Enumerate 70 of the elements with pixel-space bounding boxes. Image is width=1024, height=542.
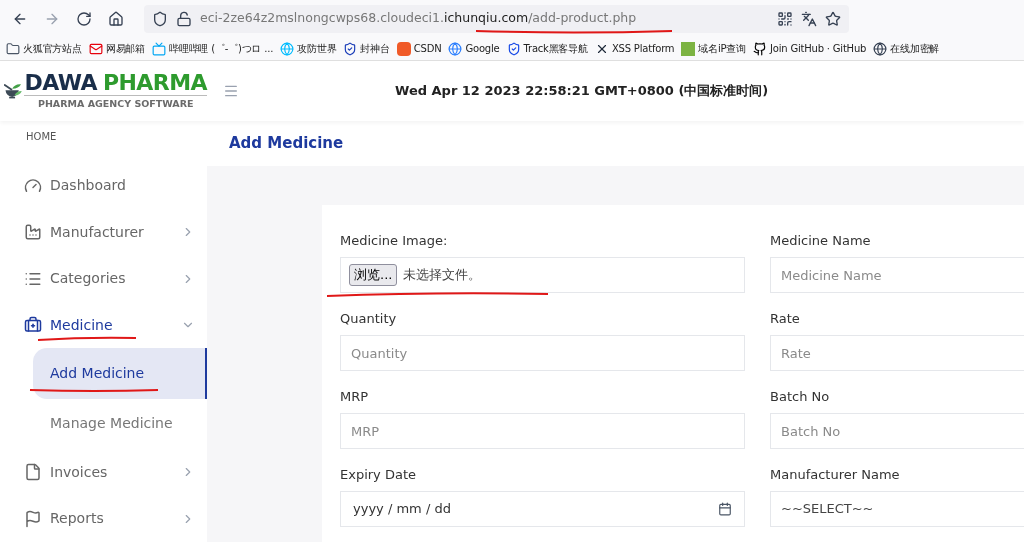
text-field[interactable]: MRP: [340, 413, 745, 449]
submenu-item[interactable]: Add Medicine: [33, 348, 207, 399]
field-label: Batch No: [770, 388, 831, 405]
text-field[interactable]: Batch No: [770, 413, 1024, 449]
sidebar-item[interactable]: Reports: [0, 495, 207, 542]
folder-icon: [6, 41, 20, 56]
globe-icon: [873, 41, 888, 56]
bookmark-link[interactable]: 封神台: [360, 41, 390, 56]
page-title: Add Medicine: [229, 133, 344, 155]
medical-case-icon: [24, 316, 42, 335]
text-field[interactable]: Rate: [770, 335, 1024, 371]
text-field[interactable]: Quantity: [340, 335, 745, 371]
bookmark-link[interactable]: 火狐官方站点: [23, 41, 82, 56]
mail-icon: [88, 41, 103, 56]
sidebar-item[interactable]: Medicine: [0, 301, 207, 349]
logo-word: DAWA: [24, 70, 97, 95]
bookmark-link[interactable]: Track黑客导航: [523, 41, 588, 56]
gauge-icon: [24, 176, 42, 195]
browse-button[interactable]: 浏览...: [349, 264, 398, 286]
submenu-item[interactable]: Manage Medicine: [33, 398, 207, 450]
file-input[interactable]: 浏览... 未选择文件。: [340, 257, 745, 293]
logo-word: PHARMA: [102, 70, 207, 95]
bookmark-link[interactable]: 哔哩哔哩 (゜-゜)つロ ...: [169, 41, 274, 56]
field-label: Quantity: [340, 310, 398, 327]
field-label: Expiry Date: [340, 466, 417, 483]
bookmark-link[interactable]: CSDN: [413, 41, 442, 56]
sidebar-item[interactable]: Manufacturer: [0, 209, 207, 256]
select-field[interactable]: ~~SELECT~~: [770, 491, 1024, 527]
translate-icon[interactable]: [801, 10, 817, 27]
bookmark-link[interactable]: 网易邮箱: [105, 41, 145, 56]
square-icon: [681, 41, 696, 56]
lock-icon[interactable]: [176, 10, 192, 27]
qr-code-icon[interactable]: [777, 10, 793, 27]
bookmark-link[interactable]: Google: [465, 41, 500, 56]
url-text: eci-2ze64z2mslnongcwps68.cloudeci1.ichunqiu.com/add-product.php: [200, 9, 638, 28]
reload-icon[interactable]: [76, 10, 92, 27]
menu-icon[interactable]: [223, 83, 239, 99]
calendar-icon[interactable]: [718, 502, 732, 516]
bookmark-link[interactable]: 攻防世界: [297, 41, 337, 56]
logo-tagline: PHARMA AGENCY SOFTWARE: [24, 94, 207, 112]
shield-icon: [506, 41, 521, 56]
tv-icon: [152, 41, 166, 56]
star-icon[interactable]: [825, 10, 841, 27]
sidebar-heading: HOME: [25, 130, 58, 144]
sidebar-item[interactable]: Dashboard: [0, 162, 207, 210]
field-label: Manufacturer Name: [770, 466, 901, 483]
field-label: Medicine Image:: [340, 232, 449, 249]
bookmark-link[interactable]: XSS Platform: [611, 41, 675, 56]
header-datetime: Wed Apr 12 2023 22:58:21 GMT+0800 (中国标准时间): [395, 82, 769, 101]
bookmark-link[interactable]: 在线加密解: [890, 41, 940, 56]
text-field[interactable]: Medicine Name: [770, 257, 1024, 293]
field-label: MRP: [340, 388, 370, 405]
github-icon: [753, 41, 767, 56]
globe-icon: [280, 41, 295, 56]
bookmark-link[interactable]: Join GitHub · GitHub: [770, 41, 867, 56]
sidebar-item[interactable]: Invoices: [0, 449, 207, 496]
globe-icon: [448, 41, 463, 56]
date-field[interactable]: yyyy / mm / dd: [340, 491, 745, 527]
shield-icon: [343, 41, 358, 56]
factory-icon: [24, 223, 42, 242]
flag-icon: [24, 509, 42, 528]
file-icon: [24, 463, 42, 482]
field-label: Medicine Name: [770, 232, 872, 249]
bookmark-link[interactable]: 域名iP查询: [698, 41, 746, 56]
sidebar-item[interactable]: Categories: [0, 255, 207, 302]
field-label: Rate: [770, 310, 801, 327]
file-status: 未选择文件。: [403, 266, 482, 285]
shield-icon[interactable]: [152, 10, 168, 27]
home-icon[interactable]: [108, 10, 124, 27]
address-bar[interactable]: eci-2ze64z2mslnongcwps68.cloudeci1.ichunqiu.com/add-product.php: [144, 4, 849, 33]
